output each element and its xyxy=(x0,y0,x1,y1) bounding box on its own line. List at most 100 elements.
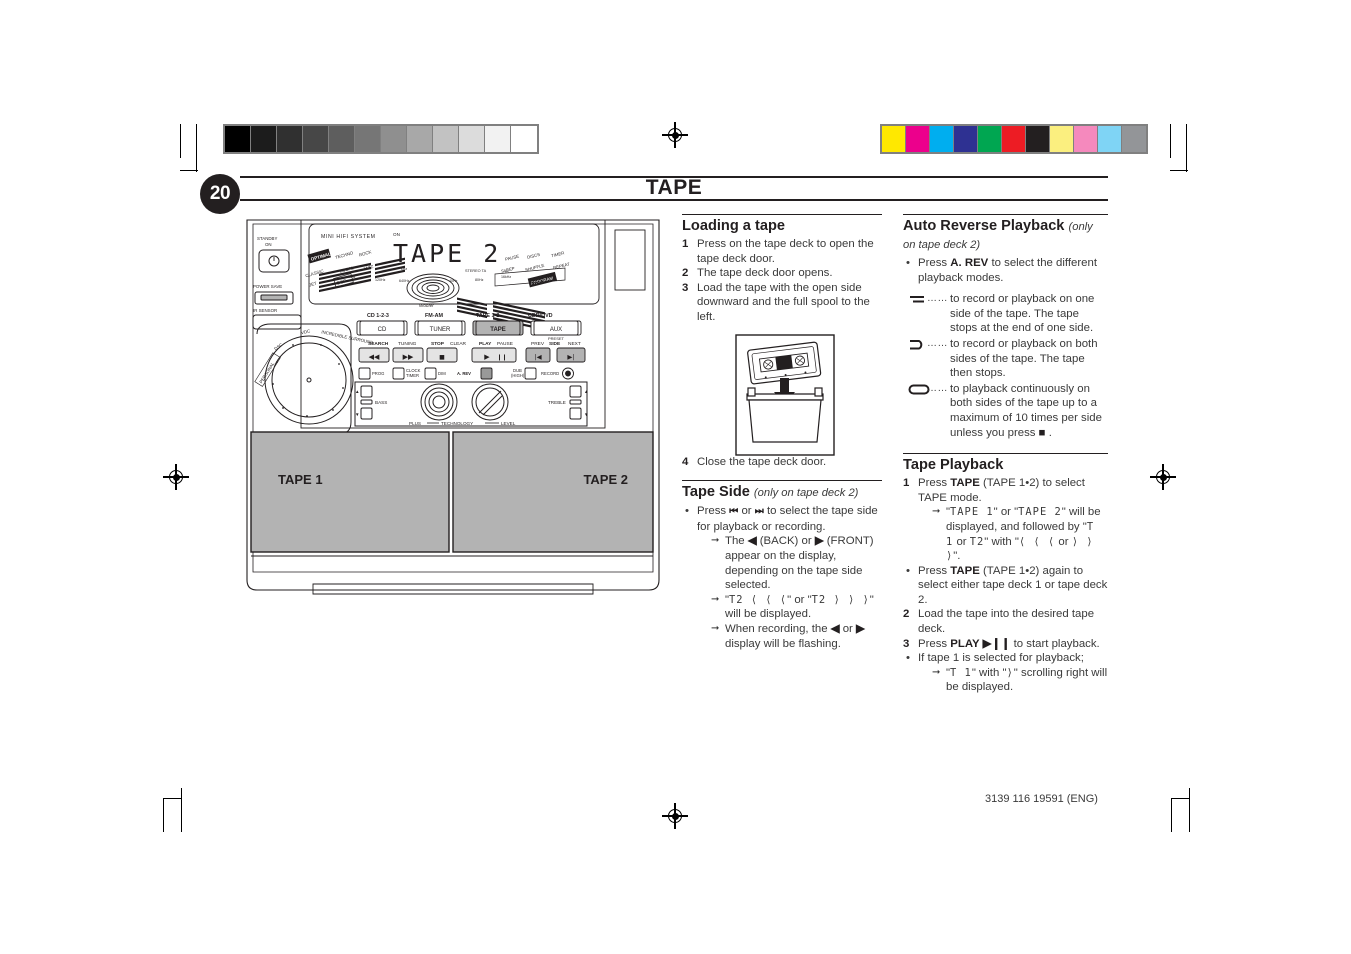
tape-side-heading-text: Tape Side xyxy=(682,484,750,501)
quote-close: " xyxy=(787,593,792,606)
color-swatch-8 xyxy=(1074,126,1098,152)
conjunction: or xyxy=(1000,506,1011,519)
gray-swatch-2 xyxy=(277,126,303,152)
result-text: will be displayed. xyxy=(725,608,812,621)
svg-text:NEXT: NEXT xyxy=(568,341,581,347)
section-rule xyxy=(903,453,1108,455)
result-pre: When recording, the xyxy=(725,622,828,635)
tape-side-heading-sub: (only on tape deck 2) xyxy=(753,487,859,500)
svg-text:JET: JET xyxy=(308,281,317,288)
svg-text:PLUS: PLUS xyxy=(409,421,421,426)
mode-row: …… to record or playback on one side of … xyxy=(903,292,1108,336)
mode-text: to record or playback on both sides of t… xyxy=(950,337,1098,380)
color-swatch-9 xyxy=(1098,126,1122,152)
conjunction: or xyxy=(956,535,967,548)
list-item: • Press TAPE (TAPE 1•2) again to select … xyxy=(903,564,1108,608)
hifi-system-illustration: MINI HIFI SYSTEM TAPE 2 kHz STEREO TA ((… xyxy=(243,212,663,597)
step-number: 3 xyxy=(682,281,689,294)
svg-text:▼: ▼ xyxy=(355,412,360,417)
crop-mark-bottom-left xyxy=(163,788,205,832)
result-line: ➞ "T 1" with "⟩" scrolling right will be… xyxy=(932,666,1108,695)
auto-reverse-bullets: • Press A. REV to select the different p… xyxy=(903,256,1108,285)
svg-text:CLASSIC: CLASSIC xyxy=(305,268,324,278)
lcd-text: ⟨ ⟨ ⟨ xyxy=(1018,535,1056,548)
lcd-text: ⟩ xyxy=(1006,666,1014,679)
bullet-dot: • xyxy=(906,564,910,577)
svg-text:(HIGH): (HIGH) xyxy=(511,373,525,378)
svg-text:◀◀: ◀◀ xyxy=(369,353,380,361)
svg-text:▶: ▶ xyxy=(484,353,490,361)
gray-swatch-1 xyxy=(251,126,277,152)
quote-close: " xyxy=(984,535,989,548)
svg-text:Woofer: Woofer xyxy=(419,303,434,308)
prev-icon: ⏮ xyxy=(729,506,739,518)
back-icon: ◀ xyxy=(830,622,840,635)
svg-text:▶|: ▶| xyxy=(567,353,574,361)
loading-steps: 1 Press on the tape deck to open the tap… xyxy=(682,237,882,325)
quote-close: ". xyxy=(953,550,961,563)
step-number: 2 xyxy=(682,267,689,280)
auto-reverse-modes: …… to record or playback on one side of … xyxy=(903,292,1108,440)
arrow-icon: ➞ xyxy=(932,666,941,678)
list-item: 2 The tape deck door opens. xyxy=(682,266,882,281)
auto-reverse-heading-text: Auto Reverse Playback xyxy=(903,218,1065,234)
svg-text:DSC: DSC xyxy=(273,342,283,352)
lcd-text: TAPE 1 xyxy=(950,506,994,519)
svg-text:CD: CD xyxy=(378,327,387,333)
quote-close: " xyxy=(869,593,874,606)
svg-text:120Hz: 120Hz xyxy=(375,278,386,282)
lcd-text: T2 xyxy=(969,535,985,548)
svg-text:PROG: PROG xyxy=(372,371,384,376)
gray-swatch-9 xyxy=(459,126,485,152)
svg-text:AUX: AUX xyxy=(550,327,562,333)
gray-swatch-0 xyxy=(225,126,251,152)
step-pre: Press xyxy=(918,637,948,650)
svg-text:TUNING: TUNING xyxy=(398,341,417,347)
svg-text:|◀: |◀ xyxy=(534,353,541,361)
lcd-text: T2 ⟨ ⟨ ⟨ xyxy=(729,593,788,606)
step-number: 2 xyxy=(903,608,910,621)
header-rule-bottom xyxy=(240,199,1108,202)
list-item: • Press A. REV to select the different p… xyxy=(903,256,1108,285)
section-rule xyxy=(682,480,882,482)
loading-step-4: 4 Close the tape deck door. xyxy=(682,455,882,470)
gray-swatch-7 xyxy=(407,126,433,152)
svg-text:ROCK: ROCK xyxy=(358,249,372,257)
svg-text:STEREO TA: STEREO TA xyxy=(465,269,487,273)
svg-text:TREBLE: TREBLE xyxy=(548,400,566,405)
svg-text:TUNER: TUNER xyxy=(430,327,451,333)
tape-playback-bullet-2: • If tape 1 is selected for playback; ➞ … xyxy=(903,651,1108,695)
next-icon: ⏭ xyxy=(754,506,764,518)
svg-text:ON: ON xyxy=(265,242,272,247)
mode-text: to playback continuously on both sides o… xyxy=(950,382,1102,439)
registration-mark-top xyxy=(662,122,688,148)
lcd-text: TAPE 2 xyxy=(1018,506,1062,519)
quote-close: " xyxy=(1013,666,1018,679)
tape-button-label: TAPE xyxy=(950,564,980,577)
step-text: to start playback. xyxy=(1013,637,1100,650)
svg-text:TAPE 1•2: TAPE 1•2 xyxy=(476,313,499,319)
bullet-prefix: Press xyxy=(918,564,948,577)
tape-playback-steps-2: 2 Load the tape into the desired tape de… xyxy=(903,607,1108,651)
list-item: 4 Close the tape deck door. xyxy=(682,455,882,470)
svg-text:PLAY: PLAY xyxy=(479,341,492,347)
arrow-icon: ➞ xyxy=(932,506,941,518)
grayscale-calibration-bar xyxy=(223,124,539,154)
svg-text:CD 1-2-3: CD 1-2-3 xyxy=(367,313,389,319)
color-swatch-3 xyxy=(954,126,978,152)
quote-close: " xyxy=(993,506,998,519)
svg-text:TIMER: TIMER xyxy=(551,250,565,258)
column-auto-reverse: Auto Reverse Playback (only on tape deck… xyxy=(903,214,1108,695)
mode-row: …… to playback continuously on both side… xyxy=(903,382,1108,440)
svg-text:80Hz: 80Hz xyxy=(475,278,484,282)
svg-text:STANDBY: STANDBY xyxy=(257,236,277,241)
color-swatch-6 xyxy=(1026,126,1050,152)
gray-swatch-5 xyxy=(355,126,381,152)
svg-text:❙❙: ❙❙ xyxy=(497,354,507,361)
arrow-icon: ➞ xyxy=(711,535,720,547)
svg-text:PAUSE: PAUSE xyxy=(497,341,513,347)
svg-text:TAPE 1: TAPE 1 xyxy=(278,472,323,487)
svg-text:TECHNO: TECHNO xyxy=(334,250,354,260)
bullet-text: If tape 1 is selected for playback; xyxy=(918,652,1084,665)
color-swatch-0 xyxy=(882,126,906,152)
